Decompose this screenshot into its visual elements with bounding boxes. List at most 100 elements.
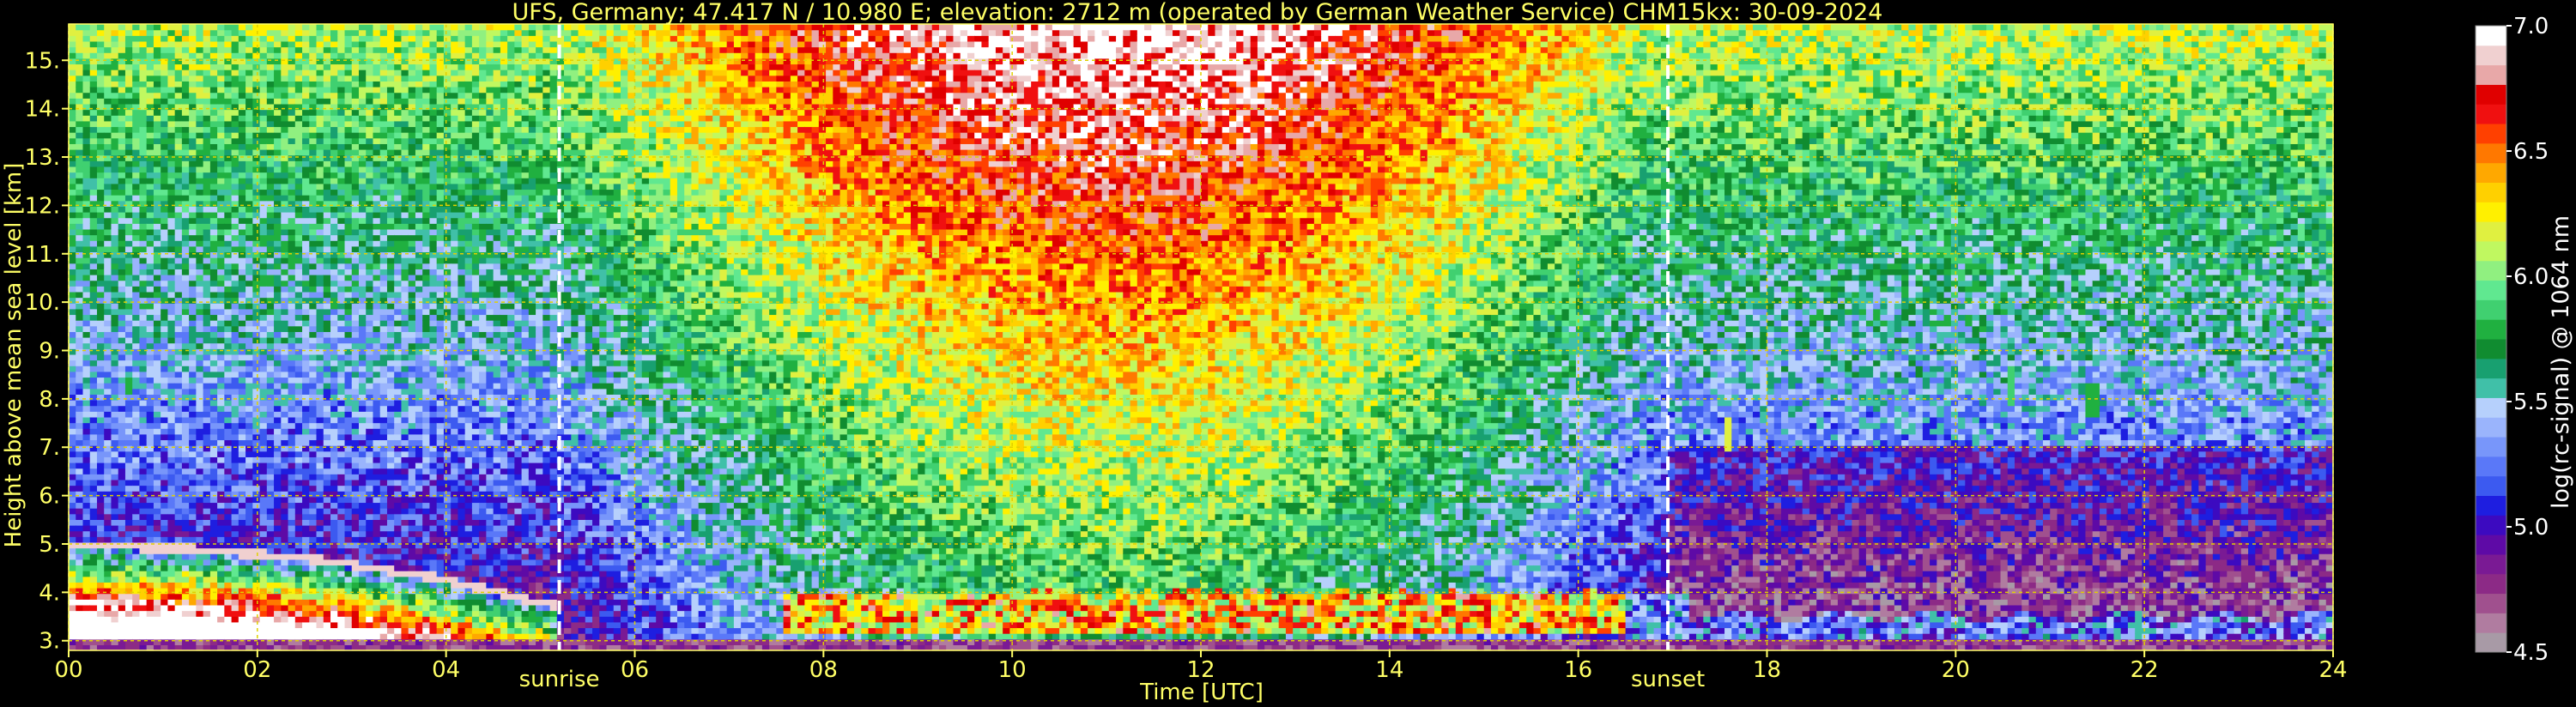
heatmap-cell bbox=[302, 571, 310, 577]
heatmap-cell bbox=[182, 366, 190, 372]
heatmap-cell bbox=[69, 462, 76, 468]
heatmap-cell bbox=[69, 155, 76, 161]
heatmap-cell bbox=[76, 599, 83, 605]
heatmap-cell bbox=[309, 286, 317, 292]
heatmap-cell bbox=[167, 406, 175, 412]
heatmap-cell bbox=[90, 195, 98, 201]
heatmap-cell bbox=[132, 235, 140, 241]
heatmap-cell bbox=[167, 149, 175, 155]
heatmap-cell bbox=[309, 337, 317, 343]
heatmap-cell bbox=[161, 519, 168, 525]
heatmap-cell bbox=[82, 474, 90, 480]
heatmap-cell bbox=[82, 195, 90, 201]
heatmap-cell bbox=[175, 383, 183, 389]
heatmap-cell bbox=[302, 63, 310, 69]
heatmap-cell bbox=[337, 309, 345, 315]
heatmap-cell bbox=[210, 275, 218, 281]
heatmap-cell bbox=[175, 206, 183, 212]
heatmap-cell bbox=[196, 389, 203, 395]
heatmap-cell bbox=[118, 41, 126, 47]
heatmap-cell bbox=[373, 377, 380, 383]
heatmap-cell bbox=[82, 235, 90, 241]
heatmap-cell bbox=[239, 588, 246, 594]
heatmap-cell bbox=[175, 309, 183, 315]
heatmap-cell bbox=[359, 195, 367, 201]
heatmap-cell bbox=[69, 372, 76, 378]
heatmap-cell bbox=[288, 69, 296, 76]
heatmap-cell bbox=[111, 143, 118, 149]
heatmap-cell bbox=[217, 343, 225, 349]
heatmap-cell bbox=[345, 588, 353, 594]
heatmap-cell bbox=[139, 24, 147, 30]
heatmap-cell bbox=[359, 149, 367, 155]
heatmap-cell bbox=[217, 331, 225, 337]
heatmap-cell bbox=[147, 269, 155, 275]
heatmap-cell bbox=[366, 577, 373, 583]
heatmap-cell bbox=[147, 548, 155, 554]
heatmap-cell bbox=[161, 115, 168, 121]
heatmap-cell bbox=[239, 223, 246, 229]
heatmap-cell bbox=[281, 627, 288, 633]
heatmap-cell bbox=[111, 35, 118, 41]
heatmap-cell bbox=[189, 286, 197, 292]
heatmap-cell bbox=[302, 456, 310, 462]
heatmap-cell bbox=[324, 559, 331, 565]
heatmap-cell bbox=[380, 52, 388, 58]
heatmap-cell bbox=[161, 121, 168, 127]
heatmap-cell bbox=[387, 456, 395, 462]
heatmap-cell bbox=[309, 423, 317, 429]
heatmap-cell bbox=[210, 35, 218, 41]
heatmap-cell bbox=[210, 269, 218, 275]
heatmap-cell bbox=[76, 132, 83, 138]
heatmap-cell bbox=[267, 263, 275, 269]
heatmap-cell bbox=[118, 263, 126, 269]
heatmap-cell bbox=[125, 622, 133, 628]
heatmap-cell bbox=[252, 47, 260, 53]
heatmap-cell bbox=[118, 377, 126, 383]
heatmap-cell bbox=[359, 212, 367, 218]
heatmap-cell bbox=[345, 320, 353, 326]
heatmap-cell bbox=[324, 240, 331, 246]
heatmap-cell bbox=[82, 502, 90, 508]
heatmap-cell bbox=[252, 155, 260, 161]
heatmap-cell bbox=[125, 536, 133, 542]
heatmap-cell bbox=[295, 235, 303, 241]
heatmap-cell bbox=[203, 497, 211, 503]
heatmap-cell bbox=[239, 411, 246, 417]
heatmap-cell bbox=[317, 627, 324, 633]
heatmap-cell bbox=[203, 582, 211, 588]
heatmap-cell bbox=[252, 559, 260, 565]
heatmap-cell bbox=[132, 497, 140, 503]
heatmap-cell bbox=[260, 571, 268, 577]
heatmap-cell bbox=[373, 462, 380, 468]
heatmap-cell bbox=[76, 314, 83, 320]
heatmap-cell bbox=[288, 93, 296, 99]
heatmap-cell bbox=[76, 451, 83, 457]
heatmap-cell bbox=[359, 87, 367, 93]
heatmap-cell bbox=[167, 87, 175, 93]
heatmap-cell bbox=[373, 389, 380, 395]
heatmap-cell bbox=[203, 508, 211, 514]
heatmap-cell bbox=[111, 160, 118, 166]
heatmap-cell bbox=[196, 331, 203, 337]
heatmap-cell bbox=[76, 594, 83, 600]
heatmap-cell bbox=[147, 486, 155, 492]
heatmap-cell bbox=[309, 143, 317, 149]
heatmap-cell bbox=[175, 115, 183, 121]
heatmap-cell bbox=[76, 565, 83, 571]
heatmap-cell bbox=[104, 212, 112, 218]
heatmap-cell bbox=[69, 383, 76, 389]
heatmap-cell bbox=[175, 337, 183, 343]
heatmap-cell bbox=[337, 110, 345, 116]
heatmap-cell bbox=[147, 372, 155, 378]
heatmap-cell bbox=[139, 502, 147, 508]
heatmap-cell bbox=[69, 251, 76, 257]
heatmap-cell bbox=[224, 132, 232, 138]
heatmap-cell bbox=[352, 246, 360, 252]
heatmap-cell bbox=[324, 172, 331, 178]
heatmap-cell bbox=[224, 633, 232, 639]
heatmap-cell bbox=[359, 417, 367, 423]
heatmap-cell bbox=[210, 360, 218, 366]
heatmap-cell bbox=[217, 383, 225, 389]
heatmap-cell bbox=[309, 445, 317, 451]
